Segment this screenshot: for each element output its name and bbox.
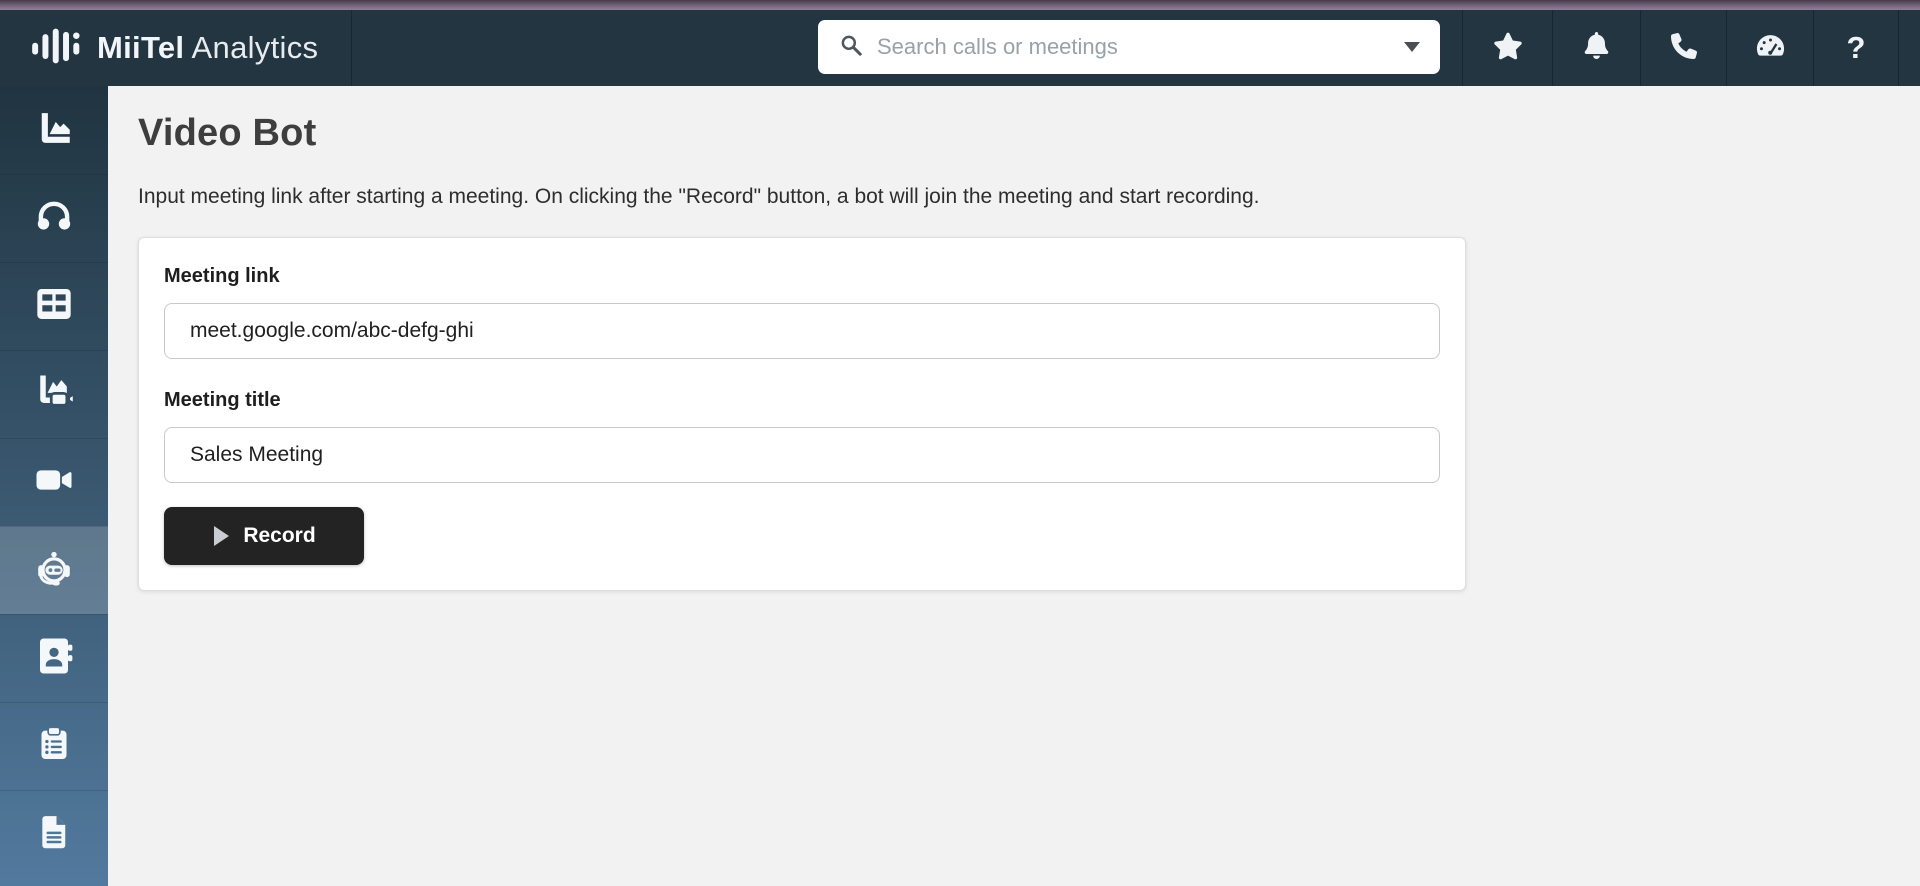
gauge-icon (1755, 30, 1786, 66)
brand-name: MiiTel (97, 30, 185, 65)
brand-logo[interactable]: MiiTel Analytics (30, 10, 318, 86)
record-button-label: Record (243, 524, 316, 547)
topbar-divider (351, 10, 352, 86)
dashboard-button[interactable] (1726, 10, 1813, 86)
sidebar-item-documents[interactable] (0, 790, 108, 878)
robot-headset-icon (31, 545, 77, 596)
record-button[interactable]: Record (164, 507, 364, 565)
window-title-strip (0, 0, 1920, 10)
page-description: Input meeting link after starting a meet… (138, 185, 1260, 208)
clipboard-list-icon (34, 724, 74, 769)
page-title: Video Bot (138, 112, 317, 154)
app-screen: MiiTel Analytics Search calls or meeting… (0, 0, 1920, 886)
headphones-icon (33, 195, 75, 242)
notifications-button[interactable] (1552, 10, 1640, 86)
phone-icon (1670, 32, 1697, 64)
topbar-actions: ? (1462, 10, 1920, 86)
brand-text: MiiTel Analytics (97, 30, 318, 66)
search-input[interactable] (877, 34, 1391, 60)
address-book-icon (33, 635, 75, 682)
video-camera-icon (33, 459, 75, 506)
question-mark-icon: ? (1846, 30, 1866, 65)
video-chart-icon (32, 370, 76, 419)
sidebar-item-meetings[interactable] (0, 438, 108, 526)
meeting-link-input[interactable] (164, 303, 1440, 359)
favorites-button[interactable] (1462, 10, 1552, 86)
video-bot-card: Meeting link Meeting title Record (138, 237, 1466, 591)
sidebar-item-analytics[interactable] (0, 86, 108, 174)
waveform-icon (30, 20, 82, 77)
document-icon (34, 812, 74, 857)
star-icon (1493, 31, 1523, 66)
help-button[interactable]: ? (1813, 10, 1898, 86)
topbar: MiiTel Analytics Search calls or meeting… (0, 10, 1920, 86)
main-content: Video Bot Input meeting link after start… (108, 86, 1920, 886)
sidebar-item-tasks[interactable] (0, 702, 108, 790)
sidebar-item-video-analytics[interactable] (0, 350, 108, 438)
caret-down-icon[interactable] (1404, 42, 1420, 52)
search-icon (838, 32, 864, 63)
sidebar-item-reports[interactable] (0, 262, 108, 350)
calls-button[interactable] (1640, 10, 1726, 86)
meeting-title-label: Meeting title (164, 389, 281, 411)
meeting-title-input[interactable] (164, 427, 1440, 483)
play-icon (212, 525, 230, 547)
topbar-edge-spacer (1898, 10, 1920, 86)
search-bar[interactable] (818, 20, 1440, 74)
table-grid-icon (34, 284, 74, 329)
brand-product: Analytics (191, 30, 319, 65)
bell-icon (1583, 32, 1610, 64)
sidebar (0, 86, 108, 886)
area-chart-icon (33, 107, 75, 154)
sidebar-item-video-bot[interactable] (0, 526, 108, 614)
sidebar-item-calls[interactable] (0, 174, 108, 262)
meeting-link-label: Meeting link (164, 265, 280, 287)
sidebar-item-contacts[interactable] (0, 614, 108, 702)
